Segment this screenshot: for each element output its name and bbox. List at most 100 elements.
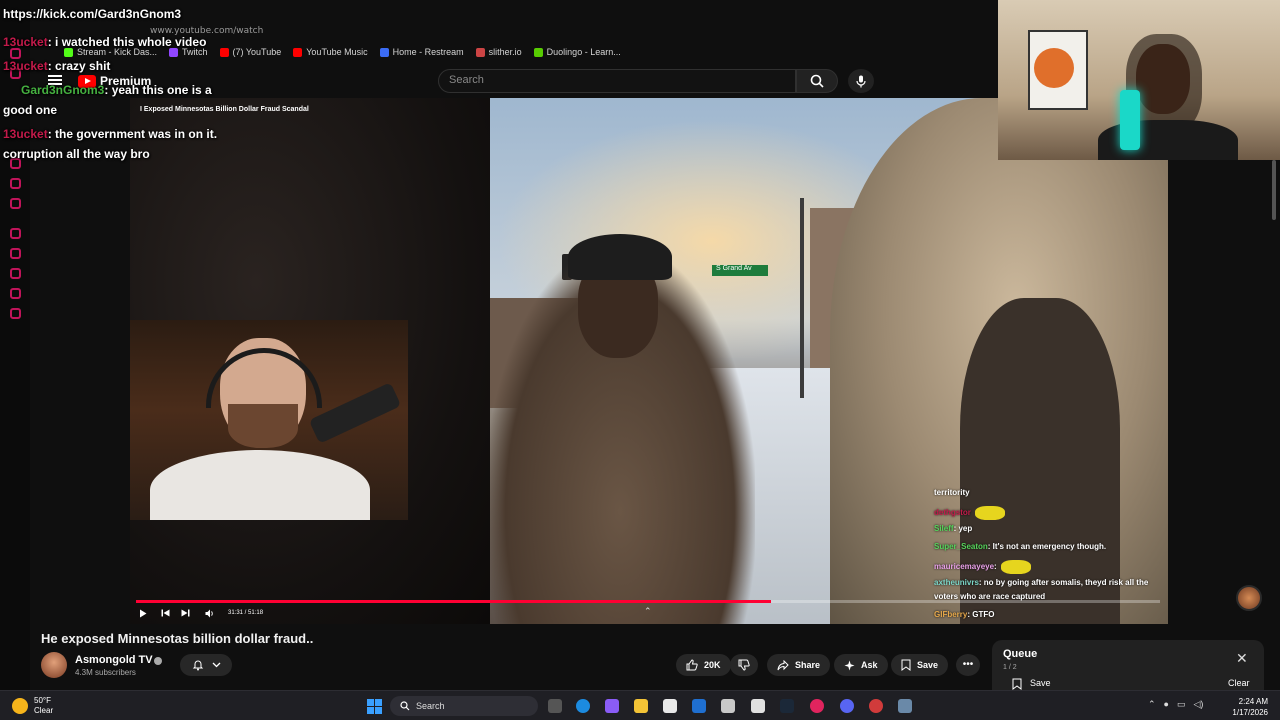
bookmark-label: (7) YouTube xyxy=(232,47,282,57)
save-button[interactable]: Save xyxy=(891,654,949,676)
chat-username: mauricemayeye xyxy=(934,562,995,572)
video-chat-message: mauricemayeye: xyxy=(934,560,1031,574)
chat-text: good one xyxy=(3,103,57,117)
like-button[interactable]: 20K xyxy=(676,654,731,676)
queue-count: 1 / 2 xyxy=(1003,664,1017,671)
sparkle-icon xyxy=(844,660,855,670)
microphone-icon[interactable]: ● xyxy=(1164,699,1169,710)
share-button[interactable]: Share xyxy=(767,654,831,676)
queue-title: Queue xyxy=(1003,648,1038,660)
queue-save-button[interactable]: Save xyxy=(1012,678,1051,690)
bookmark-item[interactable]: YouTube Music xyxy=(293,47,368,57)
volume-button[interactable] xyxy=(205,607,215,619)
bookmark-favicon-icon xyxy=(475,47,485,57)
chat-text: https://kick.com/Gard3nGnom3 xyxy=(3,7,182,21)
network-icon[interactable]: ▭ xyxy=(1177,699,1186,710)
scrollbar[interactable] xyxy=(1272,160,1276,220)
browser-icon[interactable] xyxy=(810,699,824,713)
rail-icon-5[interactable] xyxy=(10,198,21,209)
rail-icon-6[interactable] xyxy=(10,228,21,239)
copilot-icon[interactable] xyxy=(605,699,619,713)
webcam-microphone xyxy=(1120,90,1140,150)
play-button[interactable] xyxy=(139,607,147,619)
previous-button[interactable] xyxy=(161,607,170,619)
rail-icon-10[interactable] xyxy=(10,308,21,319)
progress-bar-fill xyxy=(136,600,771,603)
video-overlay-title: I Exposed Minnesotas Billion Dollar Frau… xyxy=(140,106,309,113)
settings-icon[interactable] xyxy=(898,699,912,713)
webcam-shirt xyxy=(150,450,370,520)
chevron-up-icon[interactable]: ⌃ xyxy=(1148,699,1156,710)
verified-icon xyxy=(154,657,162,665)
chat-text: : It's not an emergency though. xyxy=(987,542,1107,551)
chevron-up-icon[interactable]: ⌃ xyxy=(644,606,654,616)
bookmark-item[interactable]: Duolingo - Learn... xyxy=(533,47,621,57)
app-icon[interactable] xyxy=(721,699,735,713)
rail-icon-4[interactable] xyxy=(10,178,21,189)
bookmark-item[interactable]: (7) YouTube xyxy=(219,47,282,57)
channel-avatar[interactable] xyxy=(41,652,67,678)
notification-bell-button[interactable] xyxy=(180,654,232,676)
edge-icon[interactable] xyxy=(576,699,590,713)
store-icon[interactable] xyxy=(663,699,677,713)
rail-icon-7[interactable] xyxy=(10,248,21,259)
bookmark-label: Home - Restream xyxy=(392,47,464,57)
rail-icon-8[interactable] xyxy=(10,268,21,279)
chat-emote-icon xyxy=(1000,560,1031,574)
progress-bar[interactable] xyxy=(136,600,1160,603)
chat-message: good one xyxy=(3,102,57,118)
video-chat-message: territority xyxy=(934,488,970,497)
voice-search-button[interactable] xyxy=(848,69,874,93)
weather-widget[interactable]: 50°F Clear xyxy=(12,696,53,716)
chat-text: : xyxy=(994,562,997,572)
bookmark-item[interactable]: slither.io xyxy=(475,47,522,57)
chat-message: 13ucket: the government was in on it. xyxy=(3,126,217,142)
steam-icon[interactable] xyxy=(780,699,794,713)
ask-button[interactable]: Ask xyxy=(834,654,888,676)
search-button[interactable] xyxy=(796,69,838,93)
chat-username: Super_Seaton xyxy=(934,542,988,551)
ask-label: Ask xyxy=(861,660,878,670)
bookmark-label: Duolingo - Learn... xyxy=(546,47,621,57)
bookmark-item[interactable]: Home - Restream xyxy=(379,47,464,57)
search-input[interactable]: Search xyxy=(438,69,796,93)
taskbar-clock[interactable]: 2:24 AM 1/17/2026 xyxy=(1222,696,1268,718)
chat-username: 13ucket xyxy=(3,59,48,73)
file-explorer-icon[interactable] xyxy=(634,699,648,713)
chrome-icon[interactable] xyxy=(869,699,883,713)
bookmark-label: slither.io xyxy=(488,47,522,57)
channel-name[interactable]: Asmongold TV xyxy=(75,654,153,666)
next-button[interactable] xyxy=(181,607,190,619)
outlook-icon[interactable] xyxy=(692,699,706,713)
video-chat-message: axtheunivrs: no by going after somalis, … xyxy=(934,578,1148,587)
bookmark-icon xyxy=(1012,678,1022,690)
chat-username: GIFberry xyxy=(934,610,968,619)
bookmark-favicon-icon xyxy=(533,47,543,57)
chat-username: dethgstor xyxy=(934,508,971,518)
bell-icon xyxy=(192,660,203,671)
chat-text: : no by going after somalis, theyd risk … xyxy=(978,578,1149,587)
bookmark-favicon-icon xyxy=(219,47,229,57)
microphone-icon xyxy=(856,75,866,87)
like-count: 20K xyxy=(704,660,721,670)
bookmark-favicon-icon xyxy=(379,47,389,57)
floating-avatar[interactable] xyxy=(1236,585,1262,611)
chevron-down-icon xyxy=(212,662,220,668)
more-actions-button[interactable]: ••• xyxy=(956,654,980,676)
taskbar-search[interactable]: Search xyxy=(390,696,538,716)
speaker-icon[interactable]: ◁) xyxy=(1194,699,1204,710)
chat-message: Gard3nGnom3: yeah this one is a xyxy=(21,82,212,98)
close-icon[interactable]: ✕ xyxy=(1236,650,1248,667)
chat-username: Gard3nGnom3 xyxy=(21,83,105,97)
chat-text: : yep xyxy=(953,524,973,533)
rail-icon-9[interactable] xyxy=(10,288,21,299)
capcut-icon[interactable] xyxy=(751,699,765,713)
weather-temp: 50°F xyxy=(34,696,51,705)
queue-clear-button[interactable]: Clear xyxy=(1228,678,1250,688)
chat-username: 13ucket xyxy=(3,127,48,141)
discord-icon[interactable] xyxy=(840,699,854,713)
dislike-button[interactable] xyxy=(730,654,758,676)
windows-start-icon[interactable] xyxy=(367,699,382,714)
task-view-icon[interactable] xyxy=(548,699,562,713)
clock-date: 1/17/2026 xyxy=(1232,708,1268,717)
